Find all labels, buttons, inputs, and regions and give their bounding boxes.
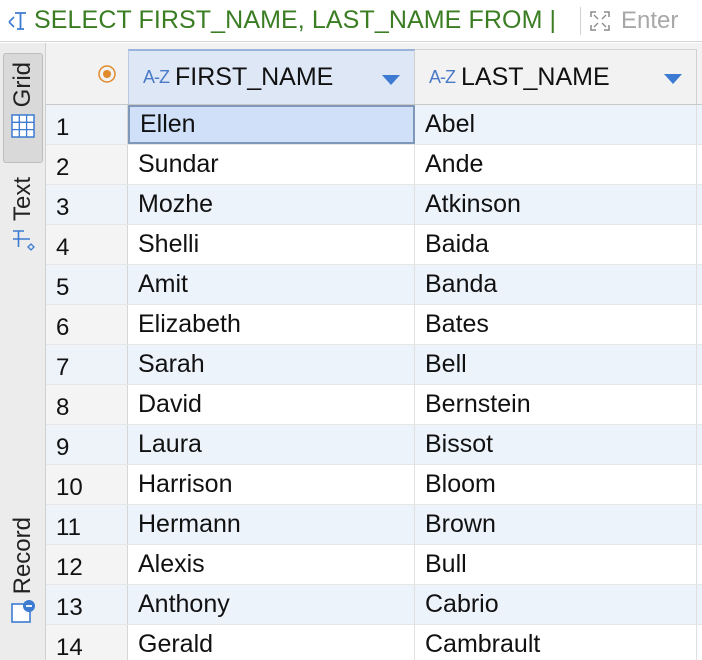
- row-number[interactable]: 10: [46, 465, 128, 504]
- cell-last-name[interactable]: Cambrault: [415, 625, 697, 660]
- row-number[interactable]: 9: [46, 425, 128, 464]
- sort-dropdown-icon[interactable]: [382, 75, 400, 85]
- string-type-icon: A-Z: [143, 67, 170, 87]
- row-number[interactable]: 5: [46, 265, 128, 304]
- table-row[interactable]: 14 Gerald Cambrault: [46, 625, 702, 660]
- cell-last-name[interactable]: Bernstein: [415, 385, 697, 424]
- cell-first-name[interactable]: Harrison: [128, 465, 415, 504]
- table-row[interactable]: 8 David Bernstein: [46, 385, 702, 425]
- row-number[interactable]: 12: [46, 545, 128, 584]
- row-number[interactable]: 6: [46, 305, 128, 344]
- table-row[interactable]: 9 Laura Bissot: [46, 425, 702, 465]
- column-name: FIRST_NAME: [175, 63, 334, 91]
- tab-text[interactable]: Text: [3, 175, 43, 275]
- tab-text-label: Text: [9, 177, 36, 222]
- cell-last-name[interactable]: Abel: [415, 105, 697, 144]
- cell-last-name[interactable]: Atkinson: [415, 185, 697, 224]
- cell-first-name[interactable]: Elizabeth: [128, 305, 415, 344]
- sort-dropdown-icon[interactable]: [664, 74, 682, 84]
- row-number[interactable]: 3: [46, 185, 128, 224]
- sql-text-icon[interactable]: [0, 0, 34, 42]
- tab-grid[interactable]: Grid: [3, 53, 43, 163]
- cell-first-name[interactable]: Sarah: [128, 345, 415, 384]
- table-row[interactable]: 1 Ellen Abel: [46, 105, 702, 145]
- cell-last-name[interactable]: Cabrio: [415, 585, 697, 624]
- record-icon: [9, 598, 37, 631]
- cell-last-name[interactable]: Banda: [415, 265, 697, 304]
- cell-last-name[interactable]: Bates: [415, 305, 697, 344]
- cell-last-name[interactable]: Bull: [415, 545, 697, 584]
- result-grid: A-Z FIRST_NAME A-Z LAST_NAME 1 Ellen Abel 2…: [46, 43, 702, 660]
- tab-grid-label: Grid: [9, 62, 36, 108]
- cell-last-name[interactable]: Brown: [415, 505, 697, 544]
- query-bar: SELECT FIRST_NAME, LAST_NAME FROM | Ente…: [0, 0, 702, 42]
- filter-input[interactable]: Enter: [615, 7, 678, 35]
- cell-first-name[interactable]: Amit: [128, 265, 415, 304]
- grid-rows: 1 Ellen Abel 2 Sundar Ande 3 Mozhe Atkinson 4 Shel…: [46, 105, 702, 660]
- row-number[interactable]: 4: [46, 225, 128, 264]
- cell-first-name[interactable]: Sundar: [128, 145, 415, 184]
- row-number[interactable]: 8: [46, 385, 128, 424]
- cell-last-name[interactable]: Baida: [415, 225, 697, 264]
- cell-last-name[interactable]: Bell: [415, 345, 697, 384]
- cell-last-name[interactable]: Ande: [415, 145, 697, 184]
- cell-last-name[interactable]: Bissot: [415, 425, 697, 464]
- record-indicator-icon: [98, 64, 116, 83]
- row-number[interactable]: 1: [46, 105, 128, 144]
- row-number[interactable]: 11: [46, 505, 128, 544]
- table-row[interactable]: 4 Shelli Baida: [46, 225, 702, 265]
- tab-record-label: Record: [9, 517, 36, 595]
- grid-header: A-Z FIRST_NAME A-Z LAST_NAME: [46, 43, 702, 105]
- view-mode-panel: Grid Text Record: [0, 43, 46, 660]
- cell-first-name[interactable]: Ellen: [128, 105, 415, 144]
- table-row[interactable]: 10 Harrison Bloom: [46, 465, 702, 505]
- cell-first-name[interactable]: Alexis: [128, 545, 415, 584]
- table-row[interactable]: 6 Elizabeth Bates: [46, 305, 702, 345]
- table-row[interactable]: 13 Anthony Cabrio: [46, 585, 702, 625]
- row-number[interactable]: 2: [46, 145, 128, 184]
- cell-first-name[interactable]: Anthony: [128, 585, 415, 624]
- cell-first-name[interactable]: David: [128, 385, 415, 424]
- query-text[interactable]: SELECT FIRST_NAME, LAST_NAME FROM |: [34, 6, 578, 35]
- table-row[interactable]: 7 Sarah Bell: [46, 345, 702, 385]
- grid-icon: [10, 113, 36, 144]
- column-header-first-name[interactable]: A-Z FIRST_NAME: [128, 49, 415, 104]
- cell-first-name[interactable]: Hermann: [128, 505, 415, 544]
- row-number[interactable]: 13: [46, 585, 128, 624]
- table-row[interactable]: 3 Mozhe Atkinson: [46, 185, 702, 225]
- column-header-last-name[interactable]: A-Z LAST_NAME: [415, 49, 697, 104]
- divider: [580, 6, 581, 35]
- tab-record[interactable]: Record: [3, 511, 43, 641]
- cell-first-name[interactable]: Gerald: [128, 625, 415, 660]
- cell-first-name[interactable]: Mozhe: [128, 185, 415, 224]
- select-all-corner[interactable]: [46, 43, 128, 104]
- table-row[interactable]: 11 Hermann Brown: [46, 505, 702, 545]
- table-row[interactable]: 2 Sundar Ande: [46, 145, 702, 185]
- text-mode-icon: [10, 227, 36, 258]
- table-row[interactable]: 5 Amit Banda: [46, 265, 702, 305]
- row-number[interactable]: 14: [46, 625, 128, 660]
- row-number[interactable]: 7: [46, 345, 128, 384]
- table-row[interactable]: 12 Alexis Bull: [46, 545, 702, 585]
- cell-first-name[interactable]: Laura: [128, 425, 415, 464]
- expand-icon[interactable]: [585, 0, 615, 42]
- cell-last-name[interactable]: Bloom: [415, 465, 697, 504]
- string-type-icon: A-Z: [429, 66, 456, 87]
- column-name: LAST_NAME: [461, 62, 610, 91]
- cell-first-name[interactable]: Shelli: [128, 225, 415, 264]
